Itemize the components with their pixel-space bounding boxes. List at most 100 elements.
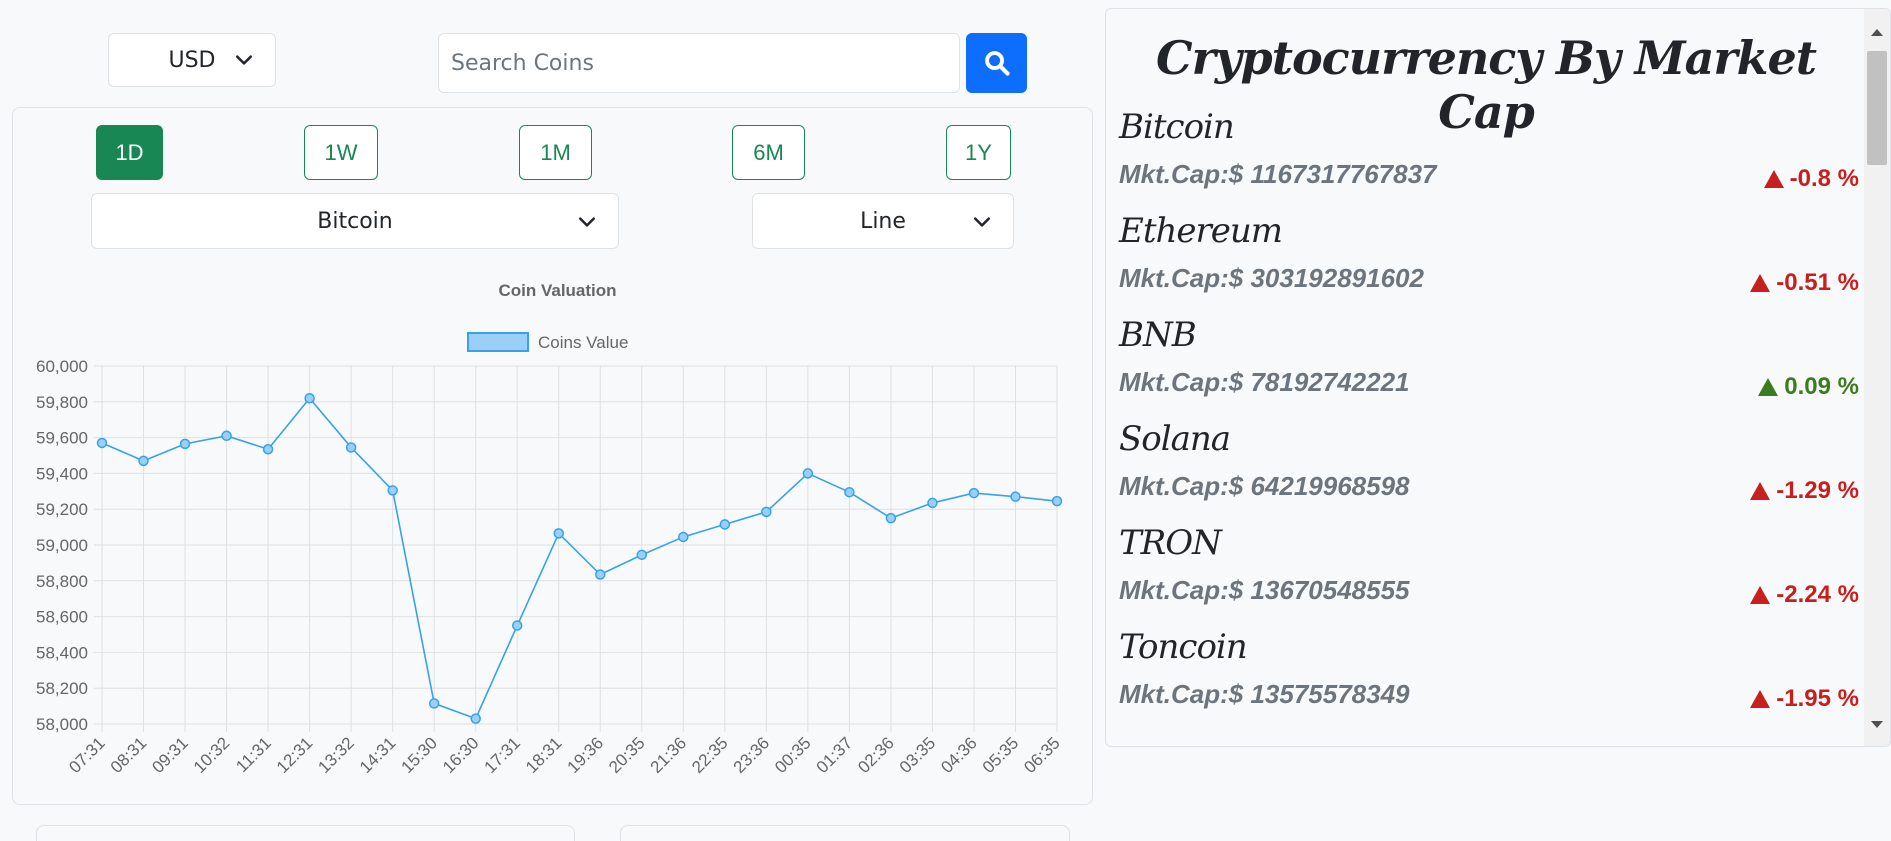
coin-market-cap: Mkt.Cap:$ 1167317767837: [1119, 159, 1437, 189]
currency-select-value: USD: [168, 47, 216, 73]
y-tick-label: 60,000: [36, 357, 88, 376]
x-tick-label: 23:36: [730, 733, 774, 777]
x-tick-label: 19:36: [564, 733, 608, 777]
data-point: [179, 438, 191, 450]
triangle-up-icon: [1750, 482, 1771, 500]
search-icon: [984, 51, 1010, 76]
coin-change: -0.51 %: [1750, 269, 1859, 297]
coin-change: -1.29 %: [1750, 477, 1859, 505]
data-point: [387, 485, 398, 496]
coin-market-cap: Mkt.Cap:$ 13575578349: [1119, 679, 1410, 709]
coin-change: -1.95 %: [1750, 685, 1859, 713]
y-tick-label: 59,200: [36, 500, 88, 519]
coin-list-item[interactable]: TRON Mkt.Cap:$ 13670548555 -2.24 %: [1119, 523, 1859, 627]
y-tick-label: 58,400: [36, 643, 88, 662]
x-tick-label: 22:35: [688, 733, 732, 777]
data-point: [678, 531, 689, 543]
coin-valuation-chart: Coin Valuation Coins Value 60,000 59,800 59,…: [36, 281, 1064, 777]
search-input[interactable]: [438, 33, 960, 93]
data-point: [802, 468, 814, 479]
data-point: [345, 442, 357, 453]
triangle-up-icon: [1750, 690, 1771, 708]
scroll-thumb[interactable]: [1867, 51, 1887, 165]
x-tick-label: 07:31: [65, 733, 109, 777]
x-tick-label: 06:35: [1020, 733, 1064, 777]
coin-market-cap: Mkt.Cap:$ 303192891602: [1119, 263, 1424, 293]
x-tick-label: 11:31: [232, 733, 275, 776]
data-point: [511, 620, 523, 631]
coin-change: -0.8 %: [1763, 165, 1859, 193]
triangle-up-icon: [1763, 170, 1784, 188]
x-tick-label: 16:30: [439, 733, 483, 777]
coin-name: Toncoin: [1119, 627, 1248, 667]
coin-list-item[interactable]: Toncoin Mkt.Cap:$ 13575578349 -1.95 %: [1119, 627, 1859, 731]
data-point: [719, 519, 731, 530]
coin-select[interactable]: Bitcoin: [91, 193, 619, 249]
coin-list-item[interactable]: Ethereum Mkt.Cap:$ 303192891602 -0.51 %: [1119, 211, 1859, 315]
scroll-down-arrow-icon[interactable]: [1871, 721, 1883, 728]
chart-type-select[interactable]: Line: [752, 193, 1014, 249]
x-tick-label: 13:32: [314, 733, 358, 777]
timeframe-1y-button[interactable]: 1Y: [946, 125, 1011, 180]
y-tick-label: 58,600: [36, 608, 88, 627]
coin-change-value: 0.09 %: [1784, 373, 1859, 400]
coin-change: -2.24 %: [1750, 581, 1859, 609]
x-tick-label: 08:31: [107, 733, 151, 777]
coin-name: Solana: [1119, 419, 1231, 459]
search-button[interactable]: [966, 33, 1027, 93]
y-tick-label: 58,200: [36, 679, 88, 698]
data-point: [138, 455, 149, 467]
data-point: [1010, 491, 1021, 502]
timeframe-1m-button[interactable]: 1M: [519, 125, 592, 180]
x-tick-label: 17:31: [481, 733, 525, 777]
y-tick-label: 59,000: [36, 536, 88, 555]
coin-change-value: -1.95 %: [1776, 685, 1859, 712]
timeframe-1d-button[interactable]: 1D: [96, 125, 163, 180]
data-point: [636, 549, 648, 561]
scrollbar[interactable]: [1864, 9, 1890, 746]
coin-select-value: Bitcoin: [317, 208, 393, 234]
legend-label: Coins Value: [538, 333, 628, 352]
data-point: [304, 392, 315, 404]
market-cap-panel: Cryptocurrency By Market Cap Bitcoin Mkt.…: [1105, 8, 1891, 747]
x-tick-label: 10:32: [190, 733, 234, 777]
data-point: [885, 512, 897, 524]
currency-select[interactable]: USD: [108, 33, 276, 87]
coin-list-item[interactable]: BNB Mkt.Cap:$ 78192742221 0.09 %: [1119, 315, 1859, 419]
x-tick-label: 00:35: [771, 733, 815, 777]
x-tick-label: 04:36: [937, 733, 981, 777]
x-tick-label: 02:36: [854, 733, 898, 777]
coin-name: Ethereum: [1119, 211, 1283, 251]
data-point: [595, 569, 606, 580]
chart-type-select-value: Line: [860, 208, 906, 234]
x-tick-label: 09:31: [148, 733, 192, 777]
data-point: [761, 506, 772, 518]
x-tick-label: 03:35: [896, 733, 940, 777]
timeframe-6m-button[interactable]: 6M: [732, 125, 805, 180]
x-tick-label: 05:35: [979, 733, 1023, 777]
chevron-down-icon: [579, 217, 595, 227]
coin-change: 0.09 %: [1758, 373, 1859, 401]
chart-title: Coin Valuation: [498, 281, 616, 300]
bottom-card-left: [36, 825, 575, 841]
x-tick-label: 14:31: [356, 733, 400, 777]
x-tick-label: 20:35: [605, 733, 649, 777]
data-point: [221, 430, 232, 442]
y-tick-label: 59,800: [36, 393, 88, 412]
coin-list-item[interactable]: Solana Mkt.Cap:$ 64219968598 -1.29 %: [1119, 419, 1859, 523]
coin-market-cap: Mkt.Cap:$ 13670548555: [1119, 575, 1410, 605]
y-tick-label: 58,800: [36, 572, 88, 591]
data-point: [1051, 495, 1063, 507]
y-tick-label: 59,400: [36, 464, 88, 483]
data-point: [968, 487, 980, 499]
data-point: [844, 486, 855, 498]
coin-market-cap: Mkt.Cap:$ 64219968598: [1119, 471, 1410, 501]
coin-change-value: -0.51 %: [1776, 269, 1859, 296]
scroll-up-arrow-icon[interactable]: [1871, 29, 1883, 36]
coin-list-item[interactable]: Bitcoin Mkt.Cap:$ 1167317767837 -0.8 %: [1119, 107, 1859, 211]
timeframe-1w-button[interactable]: 1W: [304, 125, 378, 180]
data-point: [470, 713, 481, 724]
coin-name: Bitcoin: [1119, 107, 1235, 147]
data-point: [927, 497, 938, 509]
triangle-up-icon: [1750, 274, 1771, 292]
